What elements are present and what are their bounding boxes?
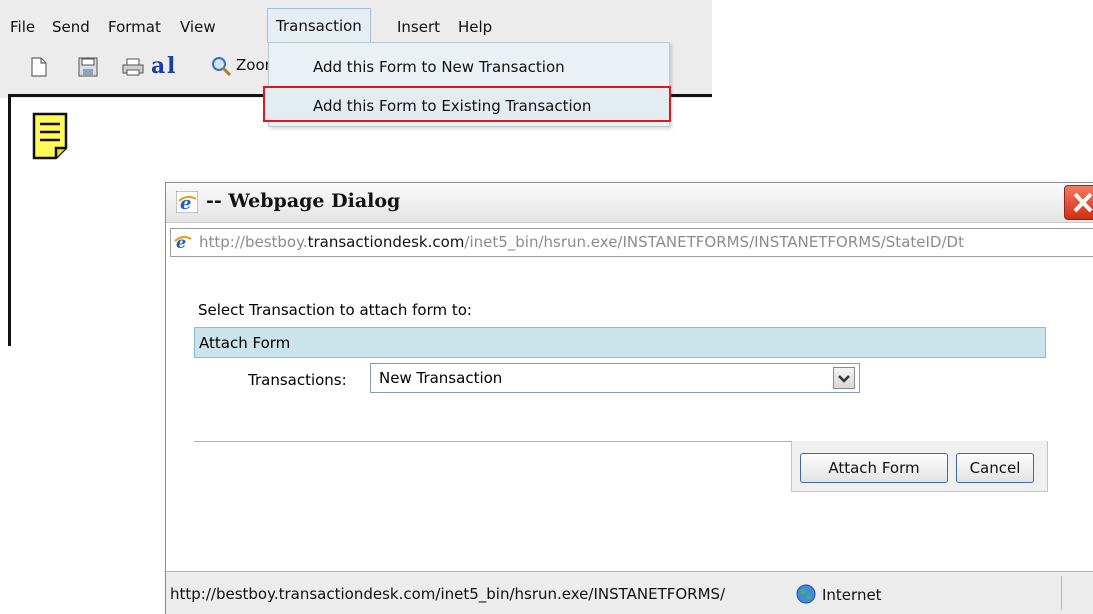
dialog-titlebar[interactable]: e -- Webpage Dialog	[166, 183, 1093, 223]
svg-text:a: a	[151, 53, 165, 78]
menu-item-add-to-existing-transaction[interactable]: Add this Form to Existing Transaction	[263, 86, 671, 122]
svg-text:e: e	[176, 233, 186, 252]
attach-form-button[interactable]: Attach Form	[800, 453, 948, 483]
status-bar: http://bestboy.transactiondesk.com/inet5…	[166, 571, 1093, 614]
ie-icon: e	[175, 190, 199, 217]
menu-file[interactable]: File	[10, 18, 35, 36]
address-path: /inet5_bin/hsrun.exe/INSTANETFORMS/INSTA…	[464, 233, 964, 251]
save-icon[interactable]	[78, 57, 98, 81]
address-domain: transactiondesk.com	[307, 233, 465, 251]
close-icon	[1073, 192, 1093, 213]
new-document-icon[interactable]	[30, 57, 48, 81]
address-prefix: http://bestboy.	[199, 233, 308, 251]
security-zone-label: Internet	[822, 586, 882, 604]
cancel-button[interactable]: Cancel	[956, 453, 1034, 483]
transactions-selected-value: New Transaction	[379, 369, 503, 387]
status-divider	[1061, 576, 1062, 610]
print-icon[interactable]	[122, 57, 144, 81]
menu-item-add-to-new-transaction[interactable]: Add this Form to New Transaction	[269, 49, 669, 85]
address-url: http://bestboy.transactiondesk.com/inet5…	[199, 233, 964, 251]
document-border-left	[8, 94, 11, 346]
menu-insert[interactable]: Insert	[397, 18, 440, 36]
close-button[interactable]	[1064, 185, 1093, 220]
note-icon[interactable]	[32, 112, 70, 164]
button-panel: Attach Form Cancel	[791, 441, 1048, 492]
svg-text:l: l	[167, 53, 175, 78]
menu-view[interactable]: View	[180, 18, 216, 36]
menu-send[interactable]: Send	[52, 18, 90, 36]
attach-form-header: Attach Form	[194, 327, 1046, 358]
webpage-dialog: e -- Webpage Dialog e http://bestboy.tra…	[165, 182, 1093, 614]
font-icon[interactable]: al	[150, 52, 182, 82]
menu-transaction[interactable]: Transaction	[267, 8, 371, 43]
ie-page-icon: e	[173, 232, 193, 256]
chevron-down-icon[interactable]	[833, 367, 855, 389]
menu-help[interactable]: Help	[458, 18, 492, 36]
zoom-icon[interactable]	[210, 55, 232, 81]
select-transaction-label: Select Transaction to attach form to:	[198, 301, 472, 319]
dialog-title: -- Webpage Dialog	[206, 190, 401, 212]
menu-format[interactable]: Format	[108, 18, 161, 36]
status-url: http://bestboy.transactiondesk.com/inet5…	[170, 585, 726, 603]
address-bar: e http://bestboy.transactiondesk.com/ine…	[170, 228, 1093, 257]
menu-bar: File Send Format View Transaction Insert…	[0, 0, 712, 45]
transactions-label: Transactions:	[248, 371, 347, 389]
globe-icon	[796, 584, 816, 608]
transactions-select[interactable]: New Transaction	[370, 363, 860, 393]
transaction-dropdown-menu: Add this Form to New Transaction Add thi…	[263, 42, 671, 127]
